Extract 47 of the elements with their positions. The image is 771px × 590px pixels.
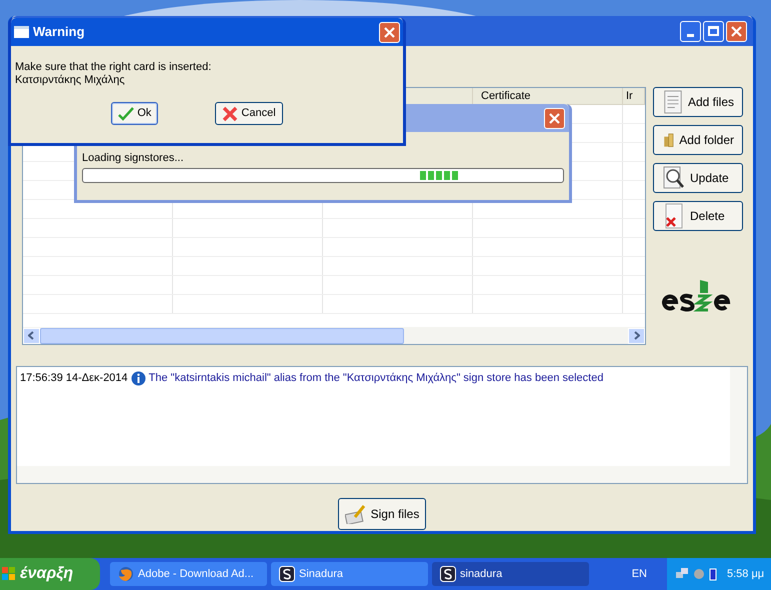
log-timestamp: 17:56:39 14-Δεκ-2014 bbox=[20, 371, 128, 386]
close-icon bbox=[549, 112, 560, 124]
close-icon bbox=[731, 26, 742, 36]
app-icon bbox=[440, 566, 456, 582]
warning-message: Make sure that the right card is inserted: bbox=[15, 61, 212, 74]
app-icon bbox=[279, 566, 295, 582]
column-header[interactable]: Ir bbox=[623, 88, 645, 104]
close-button[interactable] bbox=[726, 20, 747, 42]
maximize-button[interactable] bbox=[703, 20, 724, 42]
toolbar-button[interactable]: Delete bbox=[653, 201, 743, 231]
dialog-button[interactable]: Ok bbox=[111, 102, 158, 125]
start-button[interactable]: έναρξη bbox=[0, 558, 100, 590]
dialog-title: Warning bbox=[33, 23, 86, 42]
scrollbar-thumb[interactable] bbox=[40, 328, 404, 344]
taskbar-button[interactable]: sinadura bbox=[432, 562, 589, 586]
info-icon bbox=[130, 370, 146, 386]
windows-logo-icon bbox=[2, 566, 16, 582]
browser-icon bbox=[118, 566, 134, 582]
toolbar-button[interactable]: Add files bbox=[653, 87, 743, 117]
close-button[interactable] bbox=[379, 22, 400, 42]
cross-icon bbox=[222, 106, 238, 122]
network-icon bbox=[675, 567, 689, 581]
battery-icon bbox=[709, 567, 717, 581]
horizontal-scrollbar[interactable] bbox=[23, 327, 645, 344]
loading-message: Loading signstores... bbox=[82, 152, 185, 165]
card-name: Κατσιρντάκης Μιχάλης bbox=[15, 74, 126, 87]
vertical-scrollbar[interactable] bbox=[730, 367, 747, 483]
language-indicator: EN bbox=[632, 566, 647, 582]
scroll-left-button[interactable] bbox=[23, 328, 40, 344]
toolbar-button[interactable]: Add folder bbox=[653, 125, 743, 155]
close-icon bbox=[384, 26, 395, 38]
taskbar-button[interactable]: Sinadura bbox=[271, 562, 428, 586]
scroll-right-button[interactable] bbox=[628, 328, 645, 344]
marquee-blocks bbox=[420, 171, 458, 180]
minimize-button[interactable] bbox=[680, 20, 701, 42]
taskbar-button[interactable]: Adobe - Download Ad... bbox=[110, 562, 267, 586]
pen-icon bbox=[344, 504, 367, 524]
clock: 5:58 μμ bbox=[727, 566, 764, 582]
dialog-button[interactable]: Cancel bbox=[215, 102, 283, 125]
window-icon bbox=[14, 26, 29, 38]
horizontal-scrollbar[interactable] bbox=[17, 466, 730, 483]
checkmark-icon bbox=[118, 106, 134, 120]
log-message: The "katsirntakis michail" alias from the "Κατσιρντάκης Μιχάλης" sign store has been selected bbox=[148, 371, 604, 386]
document-icon bbox=[662, 88, 684, 116]
sign-files-button[interactable]: Sign files bbox=[338, 498, 426, 530]
toolbar-button[interactable]: Update bbox=[653, 163, 743, 193]
close-button[interactable] bbox=[544, 108, 565, 128]
